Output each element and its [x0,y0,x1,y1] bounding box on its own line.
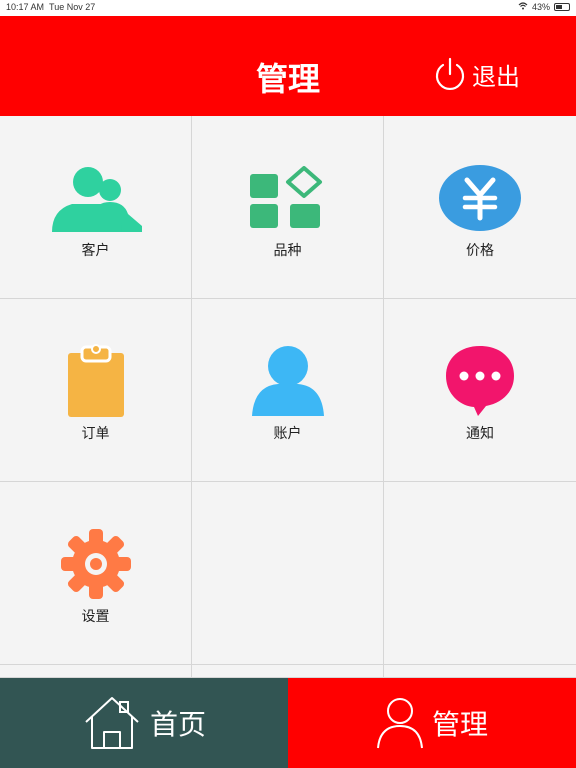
menu-grid: 客户 品种 价格 订单 账户 通知 设置 [0,116,576,678]
account-icon [240,343,336,419]
tab-home-label: 首页 [149,708,206,741]
tab-home[interactable]: 首页 [0,678,288,768]
menu-item-orders[interactable]: 订单 [0,299,192,482]
status-indicators: 43% [518,2,570,12]
menu-item-label: 设置 [81,609,110,625]
header: 管理 退出 [0,16,576,116]
menu-item-label: 客户 [81,243,110,259]
user-icon [376,698,423,749]
tab-manage[interactable]: 管理 [288,678,576,768]
menu-item-category[interactable]: 品种 [192,116,384,299]
logout-label: 退出 [472,62,520,91]
category-icon [240,160,336,236]
status-time: 10:17 AM Tue Nov 27 [6,2,96,12]
status-bar: 10:17 AM Tue Nov 27 43% [0,0,576,16]
tab-manage-label: 管理 [431,708,488,741]
empty-cell [384,665,576,678]
message-icon [432,343,528,419]
menu-item-label: 账户 [273,426,302,442]
menu-item-account[interactable]: 账户 [192,299,384,482]
settings-icon [48,526,144,602]
menu-item-customers[interactable]: 客户 [0,116,192,299]
empty-cell [0,665,192,678]
wifi-icon [518,2,528,12]
power-icon [435,57,465,90]
yen-icon [432,160,528,236]
home-icon [85,697,139,749]
menu-item-price[interactable]: 价格 [384,116,576,299]
logout-button[interactable]: 退出 [432,56,520,92]
menu-item-settings[interactable]: 设置 [0,482,192,665]
menu-item-label: 通知 [466,426,494,442]
menu-item-label: 订单 [81,426,110,442]
empty-cell [192,665,384,678]
battery-percent: 43% [531,2,550,12]
menu-item-notify[interactable]: 通知 [384,299,576,482]
customers-icon [48,160,144,236]
menu-item-label: 价格 [466,243,494,259]
empty-cell [192,482,384,665]
tab-bar: 首页 管理 [0,678,576,768]
battery-icon [554,3,570,11]
empty-cell [384,482,576,665]
clipboard-icon [48,343,144,419]
menu-item-label: 品种 [273,243,302,259]
